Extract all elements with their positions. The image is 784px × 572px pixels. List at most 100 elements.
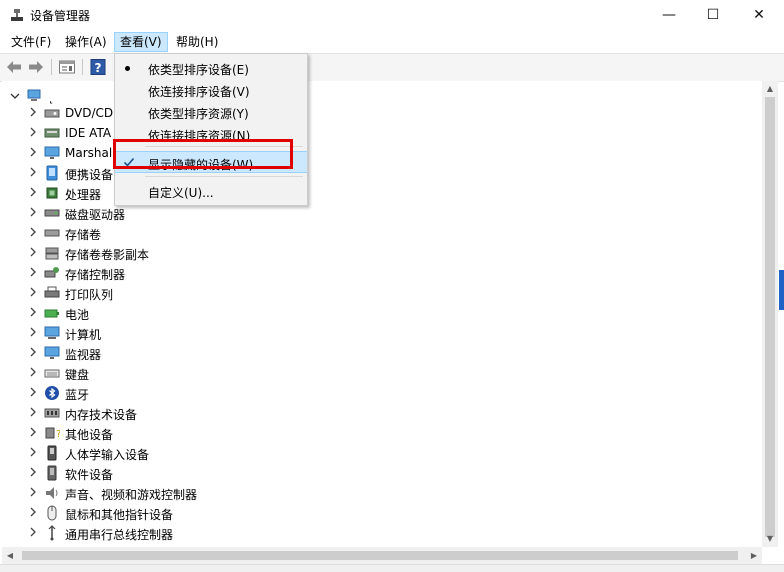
tree-node-label: 打印队列 <box>65 288 114 302</box>
tree-node-label: 软件设备 <box>65 468 114 482</box>
tree-node[interactable]: 存储控制器 <box>2 263 742 283</box>
chevron-right-icon[interactable] <box>28 427 38 437</box>
computer-icon <box>44 326 60 339</box>
window-title: 设备管理器 <box>30 9 91 23</box>
tree-node-label: 存储卷 <box>65 228 102 242</box>
tree-node[interactable]: 打印队列 <box>2 283 742 303</box>
chevron-right-icon[interactable] <box>28 207 38 217</box>
vertical-scrollbar[interactable]: ▲ ▼ <box>762 81 778 547</box>
tree-node-label: 电池 <box>65 308 90 322</box>
chevron-down-icon[interactable] <box>10 91 20 101</box>
memory-device-icon <box>44 408 60 418</box>
bluetooth-icon <box>45 386 59 400</box>
tree-node[interactable]: 键盘 <box>2 363 742 383</box>
tree-node[interactable]: 蓝牙 <box>2 383 742 403</box>
chevron-right-icon[interactable] <box>28 247 38 257</box>
tree-node[interactable]: 内存技术设备 <box>2 403 742 423</box>
menu-help[interactable]: 帮助(H) <box>171 33 223 51</box>
chevron-right-icon[interactable] <box>28 507 38 517</box>
tree-node[interactable]: 声音、视频和游戏控制器 <box>2 483 742 503</box>
help-icon[interactable]: ? <box>89 58 107 76</box>
menu-item-label: 依类型排序设备(E) <box>148 63 249 77</box>
title-bar: 设备管理器 — ☐ ✕ <box>0 0 784 30</box>
maximize-button[interactable]: ☐ <box>690 0 736 30</box>
chevron-right-icon[interactable] <box>28 487 38 497</box>
chevron-right-icon[interactable] <box>28 527 38 537</box>
annotation-highlight-box <box>113 139 293 169</box>
tree-node[interactable]: 鼠标和其他指针设备 <box>2 503 742 523</box>
menu-view[interactable]: 查看(V) <box>114 32 168 52</box>
tree-node[interactable]: 计算机 <box>2 323 742 343</box>
device-manager-icon <box>11 9 23 21</box>
tree-node[interactable]: 软件设备 <box>2 463 742 483</box>
forward-arrow-icon[interactable] <box>27 58 45 76</box>
tree-node-label: DVD/CD <box>65 106 114 120</box>
tree-node[interactable]: DVD/CD <box>2 103 742 123</box>
tree-node-label: 蓝牙 <box>65 388 90 402</box>
tree-node[interactable]: 磁盘驱动器 <box>2 203 742 223</box>
menu-item-sort-devices-by-connection[interactable]: 依连接排序设备(V) <box>115 79 307 101</box>
back-arrow-icon[interactable] <box>5 58 23 76</box>
tree-node-label: 其他设备 <box>65 428 114 442</box>
chevron-right-icon[interactable] <box>28 287 38 297</box>
tree-node[interactable]: 存储卷卷影副本 <box>2 243 742 263</box>
tree-node-label: 存储控制器 <box>65 268 126 282</box>
tree-node-label: Marshal <box>65 146 113 160</box>
properties-icon[interactable] <box>58 58 76 76</box>
menu-item-sort-devices-by-type[interactable]: 依类型排序设备(E) <box>115 57 307 79</box>
chevron-right-icon[interactable] <box>28 467 38 477</box>
tree-node[interactable]: 电池 <box>2 303 742 323</box>
chevron-right-icon[interactable] <box>28 267 38 277</box>
scroll-down-arrow-icon[interactable]: ▼ <box>762 531 778 547</box>
chevron-right-icon[interactable] <box>28 107 38 117</box>
chevron-right-icon[interactable] <box>28 407 38 417</box>
chevron-right-icon[interactable] <box>28 187 38 197</box>
menu-item-sort-resources-by-type[interactable]: 依类型排序资源(Y) <box>115 101 307 123</box>
chevron-right-icon[interactable] <box>28 167 38 177</box>
tree-node[interactable]: 人体学输入设备 <box>2 443 742 463</box>
tree-node-label: 监视器 <box>65 348 102 362</box>
monitor-icon <box>44 146 60 159</box>
scroll-left-arrow-icon[interactable]: ◀ <box>2 547 18 564</box>
tree-node-label: 人体学输入设备 <box>65 448 150 462</box>
speaker-icon <box>46 487 58 499</box>
minimize-button[interactable]: — <box>646 0 692 30</box>
tree-node-label: 通用串行总线控制器 <box>65 528 174 542</box>
menu-file[interactable]: 文件(F) <box>6 33 56 51</box>
tree-node[interactable]: 存储卷 <box>2 223 742 243</box>
chevron-right-icon[interactable] <box>28 327 38 337</box>
tree-node-label: 计算机 <box>65 328 102 342</box>
menu-item-label: 自定义(U)... <box>148 186 214 200</box>
portable-device-icon <box>46 165 58 181</box>
scroll-right-arrow-icon[interactable]: ▶ <box>746 547 762 564</box>
tree-node[interactable]: 通用串行总线控制器 <box>2 523 742 543</box>
vertical-scroll-thumb[interactable] <box>765 97 775 537</box>
chevron-right-icon[interactable] <box>28 387 38 397</box>
menu-item-customize[interactable]: 自定义(U)... <box>115 180 307 202</box>
tree-node[interactable]: 处理器 <box>2 183 742 203</box>
chevron-right-icon[interactable] <box>28 227 38 237</box>
menu-action[interactable]: 操作(A) <box>60 33 112 51</box>
tree-node-label: 处理器 <box>65 188 102 202</box>
menu-bar: 文件(F) 操作(A) 查看(V) 帮助(H) <box>0 30 784 52</box>
chevron-right-icon[interactable] <box>28 367 38 377</box>
horizontal-scrollbar[interactable]: ◀ ▶ <box>2 547 762 564</box>
svg-text:?: ? <box>56 429 60 440</box>
tree-node[interactable]: ? 其他设备 <box>2 423 742 443</box>
chevron-right-icon[interactable] <box>28 347 38 357</box>
computer-root-icon <box>27 89 41 101</box>
chevron-right-icon[interactable] <box>28 447 38 457</box>
chevron-right-icon[interactable] <box>28 147 38 157</box>
horizontal-scroll-thumb[interactable] <box>22 551 738 560</box>
chevron-right-icon[interactable] <box>28 127 38 137</box>
chevron-right-icon[interactable] <box>28 307 38 317</box>
shadow-copy-icon <box>45 247 59 260</box>
scroll-up-arrow-icon[interactable]: ▲ <box>762 81 778 97</box>
tree-node[interactable]: 监视器 <box>2 343 742 363</box>
close-button[interactable]: ✕ <box>736 0 782 30</box>
battery-icon <box>44 309 59 318</box>
usb-icon <box>48 525 56 541</box>
tree-node-label: IDE ATA <box>65 126 112 140</box>
svg-text:?: ? <box>95 61 102 75</box>
toolbar-separator <box>51 59 52 75</box>
